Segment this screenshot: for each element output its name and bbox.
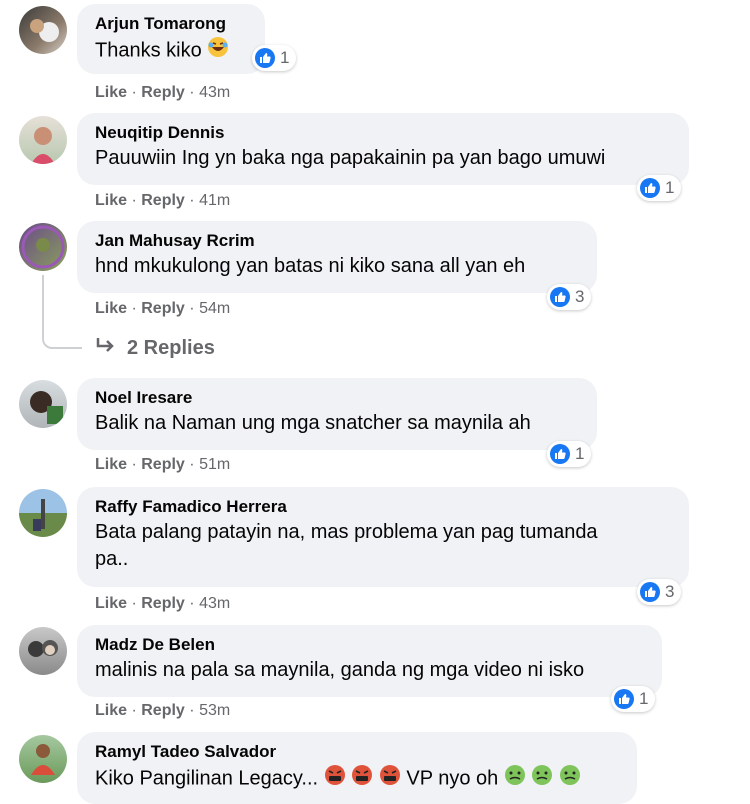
comment-text: malinis na pala sa maynila, ganda ng mga… [95, 659, 585, 681]
separator: · [131, 192, 137, 209]
timestamp[interactable]: 51m [199, 456, 230, 473]
reaction-number: 1 [280, 48, 290, 67]
reply-link[interactable]: Reply [141, 595, 185, 612]
comment-bubble: Neuqitip Dennis Pauuwiin Ing yn baka nga… [77, 113, 689, 185]
reply-link[interactable]: Reply [141, 84, 185, 101]
laughing-emoji-icon [207, 36, 229, 66]
avatar[interactable] [19, 627, 67, 675]
reaction-number: 3 [575, 287, 585, 306]
reaction-number: 1 [665, 178, 675, 197]
comment-actions: Like · Reply · 43m [95, 594, 230, 614]
separator: · [189, 300, 195, 317]
comment-bubble: Raffy Famadico Herrera Bata palang patay… [77, 487, 689, 587]
comment-text-row: Thanks kiko [95, 36, 247, 66]
like-reaction-icon [550, 287, 570, 307]
comment-bubble: Ramyl Tadeo Salvador Kiko Pangilinan Leg… [77, 732, 637, 804]
nauseated-face-emoji-icon [504, 764, 526, 794]
comment-bubble: Noel Iresare Balik na Naman ung mga snat… [77, 378, 597, 450]
comment-actions: Like · Reply · 54m [95, 299, 230, 319]
like-reaction-icon [614, 689, 634, 709]
angry-face-emoji-icon [324, 764, 346, 794]
comment-text: Bata palang patayin na, mas problema yan… [95, 521, 598, 543]
like-link[interactable]: Like [95, 456, 127, 473]
comment-author[interactable]: Madz De Belen [95, 635, 644, 655]
separator: · [189, 192, 195, 209]
reaction-number: 3 [665, 582, 675, 601]
comment-author[interactable]: Neuqitip Dennis [95, 123, 671, 143]
comment-text-after: VP nyo oh [406, 767, 499, 790]
reply-arrow-icon [95, 336, 117, 360]
reply-link[interactable]: Reply [141, 192, 185, 209]
comment-author[interactable]: Ramyl Tadeo Salvador [95, 742, 619, 762]
like-link[interactable]: Like [95, 192, 127, 209]
separator: · [189, 84, 195, 101]
comment-bubble: Madz De Belen malinis na pala sa maynila… [77, 625, 662, 697]
like-reaction-icon [640, 582, 660, 602]
timestamp[interactable]: 43m [199, 595, 230, 612]
timestamp[interactable]: 43m [199, 84, 230, 101]
avatar[interactable] [19, 489, 67, 537]
angry-face-emoji-icon [379, 764, 401, 794]
reaction-count[interactable]: 1 [547, 441, 592, 467]
comment-bubble: Jan Mahusay Rcrim hnd mkukulong yan bata… [77, 221, 597, 293]
comment-text: Balik na Naman ung mga snatcher sa mayni… [95, 412, 531, 434]
reaction-count[interactable]: 3 [547, 284, 592, 310]
reply-link[interactable]: Reply [141, 456, 185, 473]
comment-actions: Like · Reply · 51m [95, 455, 230, 475]
timestamp[interactable]: 54m [199, 300, 230, 317]
separator: · [189, 595, 195, 612]
reaction-number: 1 [575, 444, 585, 463]
thread-line [42, 275, 82, 349]
nauseated-face-emoji-icon [559, 764, 581, 794]
reaction-count[interactable]: 1 [611, 686, 656, 712]
reaction-number: 1 [639, 689, 649, 708]
separator: · [131, 456, 137, 473]
like-link[interactable]: Like [95, 702, 127, 719]
avatar[interactable] [19, 735, 67, 783]
like-link[interactable]: Like [95, 84, 127, 101]
avatar[interactable] [19, 380, 67, 428]
separator: · [131, 300, 137, 317]
reaction-count[interactable]: 1 [637, 175, 682, 201]
avatar[interactable] [19, 6, 67, 54]
like-reaction-icon [550, 444, 570, 464]
like-link[interactable]: Like [95, 595, 127, 612]
like-reaction-icon [640, 178, 660, 198]
separator: · [131, 84, 137, 101]
comment-text-continued: pa.. [95, 548, 129, 570]
separator: · [131, 595, 137, 612]
view-replies-label: 2 Replies [127, 336, 215, 359]
separator: · [189, 456, 195, 473]
comment-author[interactable]: Raffy Famadico Herrera [95, 497, 671, 517]
like-link[interactable]: Like [95, 300, 127, 317]
comment-author[interactable]: Jan Mahusay Rcrim [95, 231, 579, 251]
separator: · [189, 702, 195, 719]
like-reaction-icon [255, 48, 275, 68]
nauseated-face-emoji-icon [531, 764, 553, 794]
comment-text: Thanks kiko [95, 39, 202, 62]
comment-text: Pauuwiin Ing yn baka nga papakainin pa y… [95, 147, 606, 169]
avatar[interactable] [19, 223, 67, 271]
view-replies-button[interactable]: 2 Replies [95, 336, 215, 360]
timestamp[interactable]: 41m [199, 192, 230, 209]
comment-actions: Like · Reply · 53m [95, 701, 230, 721]
comment-actions: Like · Reply · 41m [95, 191, 230, 211]
comment-text: Kiko Pangilinan Legacy... [95, 767, 319, 790]
comment-text: hnd mkukulong yan batas ni kiko sana all… [95, 255, 526, 277]
reply-link[interactable]: Reply [141, 300, 185, 317]
timestamp[interactable]: 53m [199, 702, 230, 719]
reaction-count[interactable]: 1 [252, 45, 297, 71]
comment-actions: Like · Reply · 43m [95, 83, 230, 103]
avatar[interactable] [19, 116, 67, 164]
reply-link[interactable]: Reply [141, 702, 185, 719]
comment-text-row: Kiko Pangilinan Legacy... VP nyo oh [95, 764, 619, 794]
reaction-count[interactable]: 3 [637, 579, 682, 605]
separator: · [131, 702, 137, 719]
comment-author[interactable]: Noel Iresare [95, 388, 579, 408]
comment-author[interactable]: Arjun Tomarong [95, 14, 247, 34]
comment-bubble: Arjun Tomarong Thanks kiko [77, 4, 265, 74]
angry-face-emoji-icon [351, 764, 373, 794]
